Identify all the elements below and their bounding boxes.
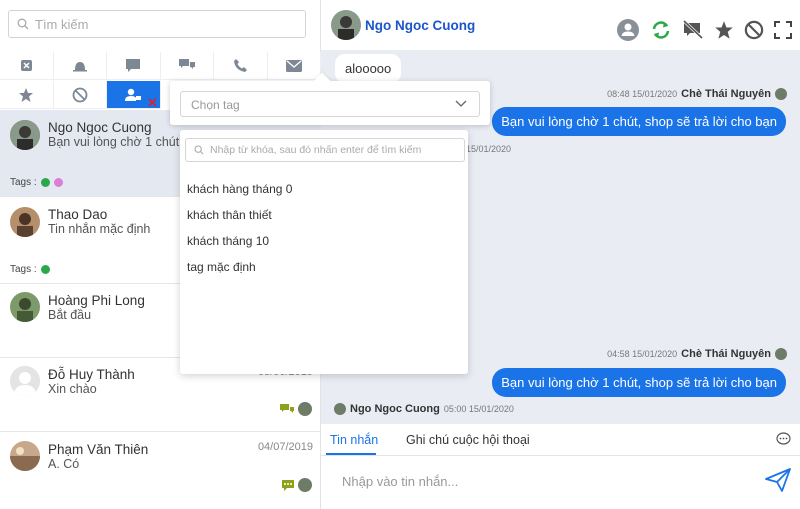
- tag-dot: [53, 178, 63, 187]
- tags-label: Tags :: [10, 177, 37, 188]
- message-composer[interactable]: Nhập vào tin nhắn...: [321, 456, 800, 509]
- contact-name: Phạm Văn Thiên: [48, 442, 149, 457]
- conversation-date: 04/07/2019: [257, 441, 313, 453]
- avatar: [10, 120, 40, 150]
- message-meta: 04:58 15/01/2020 Chè Thái Nguyên: [607, 348, 787, 360]
- send-icon[interactable]: [765, 468, 791, 492]
- tab-tag-filter[interactable]: [107, 81, 161, 109]
- phone-icon: [233, 59, 247, 72]
- tag-list: Tags :: [10, 264, 50, 275]
- chevron-down-icon: [455, 100, 467, 107]
- comment-icon: [282, 480, 294, 491]
- message-meta: 08:48 15/01/2020 Chè Thái Nguyên: [607, 88, 787, 100]
- contact-name: Hoàng Phi Long: [48, 293, 145, 308]
- comment-icon: [126, 59, 141, 72]
- message-time: 04:58 15/01/2020: [607, 349, 678, 359]
- last-message: Xin chào: [48, 382, 97, 396]
- page-avatar: [298, 478, 312, 492]
- contact-name: Đỗ Huy Thành: [48, 367, 135, 382]
- outgoing-message: Bạn vui lòng chờ 1 chút, shop sẽ trả lời…: [492, 107, 786, 136]
- tab-comments[interactable]: [160, 52, 214, 80]
- search-icon: [194, 145, 204, 155]
- tag-dropdown: Nhập từ khóa, sau đó nhấn enter để tìm k…: [180, 130, 468, 374]
- message-meta: Ngo Ngoc Cuong 05:00 15/01/2020: [334, 403, 514, 415]
- ban-icon[interactable]: [744, 20, 764, 40]
- comment-dots-icon[interactable]: [776, 432, 791, 446]
- message-meta: 15/01/2020: [466, 144, 511, 154]
- refresh-icon[interactable]: [650, 19, 672, 41]
- contact-name: Ngo Ngoc Cuong: [48, 120, 152, 135]
- avatar: [10, 441, 40, 471]
- active-tab-indicator: [326, 453, 376, 455]
- comments-icon: [178, 59, 195, 69]
- tag-search-input[interactable]: Nhập từ khóa, sau đó nhấn enter để tìm k…: [185, 138, 465, 162]
- search-input[interactable]: Tìm kiếm: [8, 10, 306, 38]
- tag-dot: [40, 265, 50, 274]
- tab-starred[interactable]: [0, 81, 54, 109]
- bell-icon: [72, 61, 87, 71]
- user-tag-icon: [125, 88, 142, 101]
- avatar: [10, 366, 40, 396]
- star-icon: [19, 87, 34, 102]
- remove-filter-icon[interactable]: [147, 98, 157, 107]
- chat-avatar: [331, 10, 361, 40]
- sender-avatar: [775, 88, 787, 100]
- contact-name: Thao Dao: [48, 207, 108, 222]
- search-icon: [17, 18, 29, 30]
- message-sender: Chè Thái Nguyên: [681, 348, 771, 360]
- sender-avatar: [775, 348, 787, 360]
- close-box-icon: [20, 60, 32, 71]
- tag-list: Tags :: [10, 177, 63, 188]
- fullscreen-icon[interactable]: [774, 21, 792, 39]
- ban-icon: [72, 87, 88, 102]
- envelope-icon: [285, 59, 302, 72]
- compose-tabs: Tin nhắn Ghi chú cuộc hội thoại: [321, 424, 800, 456]
- star-icon[interactable]: [714, 20, 734, 40]
- tab-messages-compose[interactable]: Tin nhắn: [330, 433, 378, 447]
- message-time: 15/01/2020: [466, 144, 512, 154]
- page-avatar: [298, 402, 312, 416]
- tag-search-placeholder: Nhập từ khóa, sau đó nhấn enter để tìm k…: [210, 144, 422, 156]
- tab-calls[interactable]: [214, 52, 268, 80]
- outgoing-message: Bạn vui lòng chờ 1 chút, shop sẽ trả lời…: [492, 368, 786, 397]
- message-time: 08:48 15/01/2020: [607, 89, 678, 99]
- tag-option[interactable]: khách thân thiết: [187, 208, 272, 222]
- message-sender: Chè Thái Nguyên: [681, 88, 771, 100]
- search-placeholder: Tìm kiếm: [35, 16, 89, 32]
- tab-blocked[interactable]: [53, 81, 107, 109]
- chat-title: Ngo Ngoc Cuong: [365, 18, 476, 33]
- message-time: 05:00 15/01/2020: [443, 404, 514, 414]
- tab-email[interactable]: [267, 52, 321, 80]
- tag-option[interactable]: tag mặc định: [187, 260, 256, 274]
- user-profile-icon[interactable]: [616, 18, 640, 42]
- sender-avatar: [334, 403, 346, 415]
- tag-option[interactable]: khách hàng tháng 0: [187, 182, 292, 196]
- incoming-message: alooooo: [335, 54, 402, 83]
- last-message: A. Có: [48, 457, 80, 471]
- conversation-item[interactable]: Phạm Văn Thiên A. Có 04/07/2019: [0, 432, 321, 509]
- tab-unread[interactable]: [0, 52, 54, 80]
- tags-label: Tags :: [10, 264, 37, 275]
- message-sender: Ngo Ngoc Cuong: [350, 403, 440, 415]
- message-input[interactable]: Nhập vào tin nhắn...: [342, 474, 458, 489]
- avatar: [10, 207, 40, 237]
- avatar: [10, 292, 40, 322]
- tag-option[interactable]: khách tháng 10: [187, 234, 269, 248]
- hide-comment-icon[interactable]: [682, 20, 704, 40]
- tab-messages[interactable]: [107, 52, 161, 80]
- chat-header: Ngo Ngoc Cuong: [321, 0, 800, 50]
- tag-select[interactable]: Chọn tag: [180, 91, 480, 117]
- tag-filter-popover: Chọn tag: [170, 72, 490, 125]
- comments-icon: [280, 404, 294, 413]
- tab-conversation-notes[interactable]: Ghi chú cuộc hội thoại: [406, 433, 530, 447]
- tag-select-placeholder: Chọn tag: [191, 98, 240, 112]
- tab-notifications[interactable]: [53, 52, 107, 80]
- tag-dot: [40, 178, 50, 187]
